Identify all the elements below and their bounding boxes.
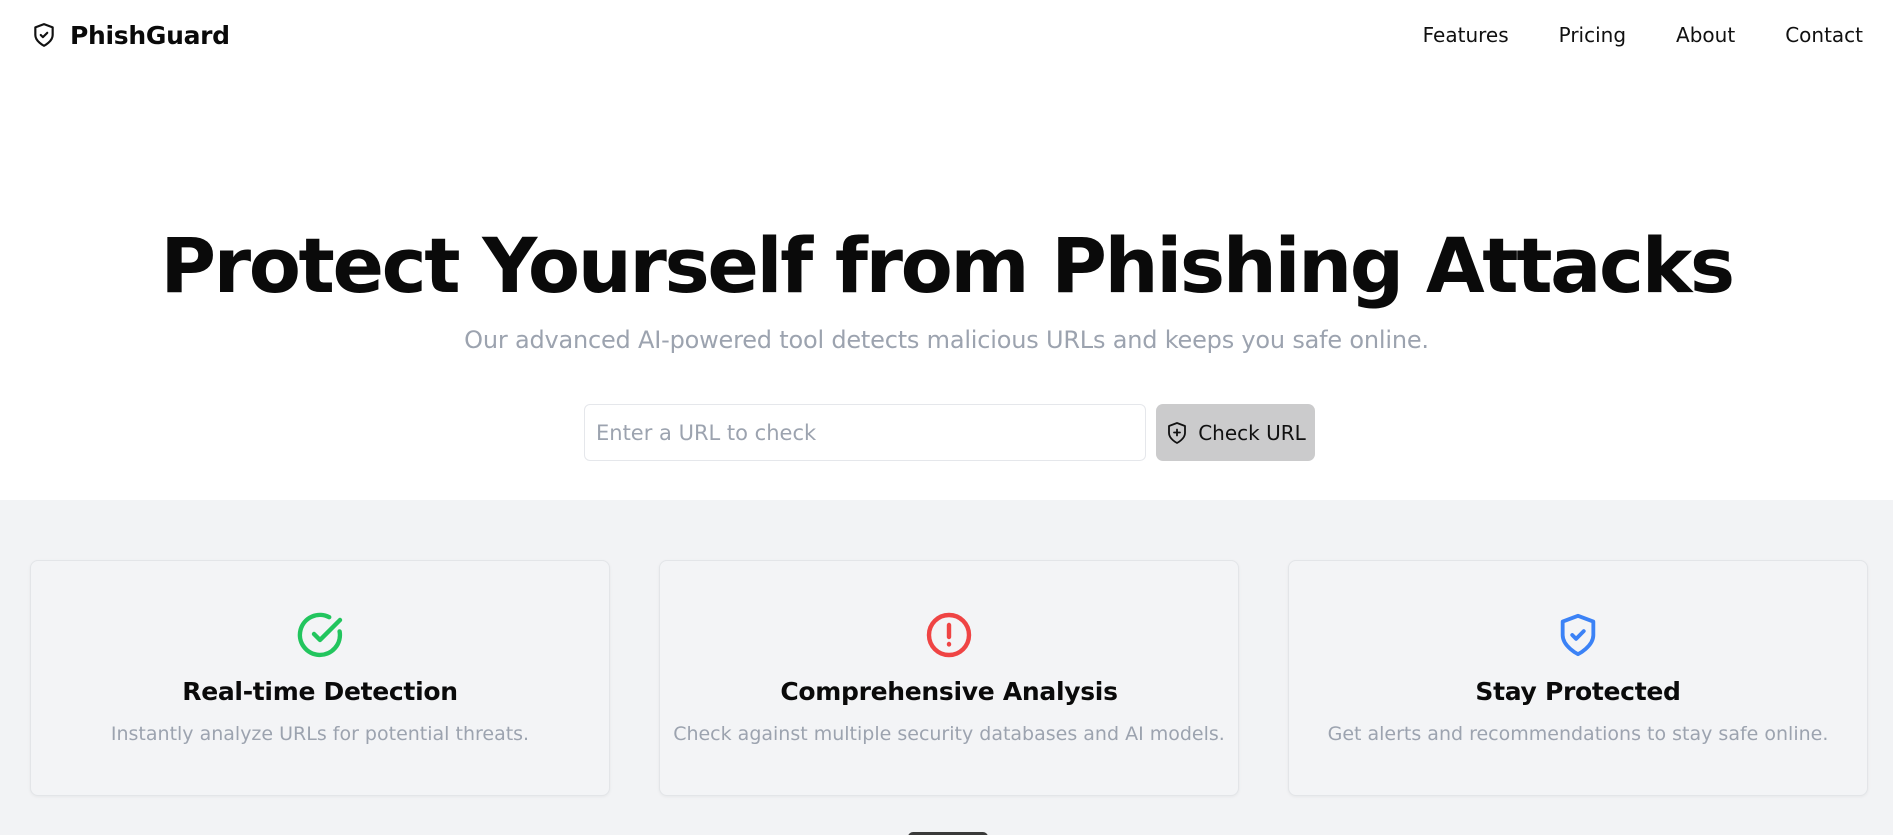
brand[interactable]: PhishGuard [30,19,230,51]
nav-item-about[interactable]: About [1676,23,1735,47]
feature-title: Comprehensive Analysis [780,677,1118,706]
url-check-form: Check URL [584,404,1315,461]
page: PhishGuard Features Pricing About Contac… [0,0,1893,835]
check-url-button[interactable]: Check URL [1156,404,1315,461]
feature-card-comprehensive-analysis: Comprehensive Analysis Check against mul… [659,560,1239,796]
main-nav: Features Pricing About Contact [1423,23,1863,47]
shield-check-icon [30,19,58,51]
check-circle-icon [296,611,344,659]
feature-title: Stay Protected [1475,677,1681,706]
nav-item-features[interactable]: Features [1423,23,1509,47]
feature-card-realtime-detection: Real-time Detection Instantly analyze UR… [30,560,610,796]
features-section: Real-time Detection Instantly analyze UR… [0,500,1893,835]
check-url-label: Check URL [1198,420,1306,445]
feature-title: Real-time Detection [182,677,458,706]
hero-section: Protect Yourself from Phishing Attacks O… [0,70,1893,500]
hero-subtitle: Our advanced AI-powered tool detects mal… [464,326,1429,354]
shield-check-icon [1554,611,1602,659]
url-input[interactable] [584,404,1146,461]
shield-plus-icon [1165,420,1189,446]
site-header: PhishGuard Features Pricing About Contac… [0,0,1893,70]
feature-description: Instantly analyze URLs for potential thr… [110,723,530,745]
feature-card-stay-protected: Stay Protected Get alerts and recommenda… [1288,560,1868,796]
hero-title: Protect Yourself from Phishing Attacks [160,221,1735,310]
nav-item-pricing[interactable]: Pricing [1559,23,1626,47]
feature-description: Check against multiple security database… [673,723,1225,745]
alert-circle-icon [925,611,973,659]
nav-item-contact[interactable]: Contact [1785,23,1863,47]
brand-name: PhishGuard [70,20,230,50]
feature-description: Get alerts and recommendations to stay s… [1327,723,1829,745]
